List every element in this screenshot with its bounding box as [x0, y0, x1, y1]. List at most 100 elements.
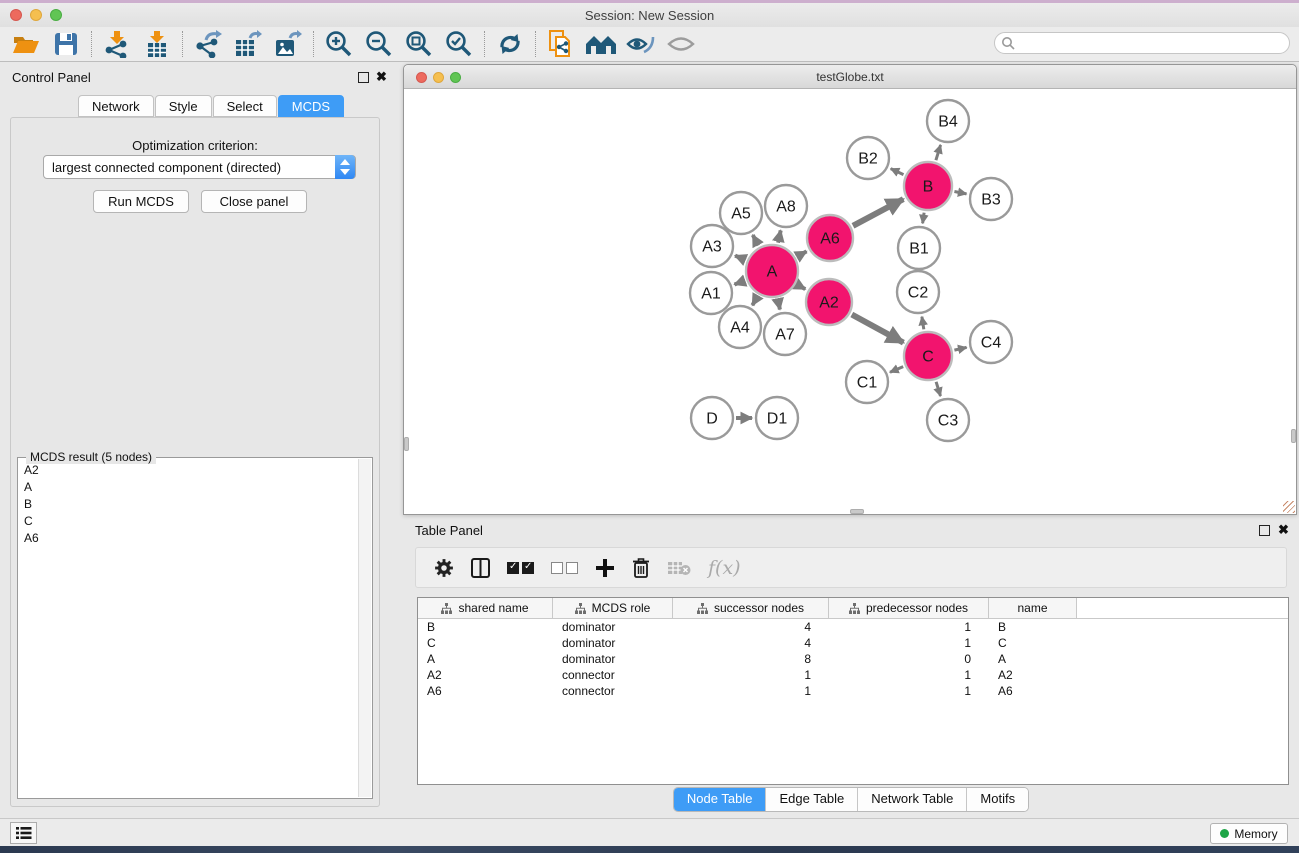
criterion-select[interactable]: largest connected component (directed) — [43, 155, 356, 179]
delete-table-button[interactable] — [667, 560, 691, 576]
zoom-selected-button[interactable] — [439, 28, 479, 60]
delete-column-button[interactable] — [632, 557, 650, 578]
tab-edge-table[interactable]: Edge Table — [766, 788, 858, 811]
edge-B-B3[interactable] — [954, 192, 966, 194]
import-table-button[interactable] — [137, 28, 177, 60]
table-row[interactable]: Adominator80A — [418, 651, 1288, 667]
result-item[interactable]: C — [19, 513, 358, 530]
node-D1[interactable]: D1 — [756, 397, 798, 439]
node-B4[interactable]: B4 — [927, 100, 969, 142]
search-input[interactable] — [994, 32, 1290, 54]
zoom-in-button[interactable] — [319, 28, 359, 60]
edge-A-A8[interactable] — [778, 230, 781, 242]
edge-A-A7[interactable] — [778, 299, 780, 309]
node-C[interactable]: C — [904, 332, 952, 380]
table-row[interactable]: A2connector11A2 — [418, 667, 1288, 683]
table-row[interactable]: A6connector11A6 — [418, 683, 1288, 699]
node-B[interactable]: B — [904, 162, 952, 210]
save-session-button[interactable] — [46, 28, 86, 60]
graphics-details-button[interactable] — [621, 28, 661, 60]
column-header-predecessor-nodes[interactable]: predecessor nodes — [829, 598, 989, 618]
edge-A-A2[interactable] — [798, 285, 806, 289]
select-all-button[interactable] — [507, 562, 534, 574]
edge-B-B2[interactable] — [891, 169, 904, 175]
vertical-scrollbar-left[interactable] — [404, 437, 409, 451]
node-C3[interactable]: C3 — [927, 399, 969, 441]
horizontal-scrollbar[interactable] — [850, 509, 864, 514]
node-A5[interactable]: A5 — [720, 192, 762, 234]
node-A2[interactable]: A2 — [806, 279, 852, 325]
tab-select[interactable]: Select — [213, 95, 277, 117]
edge-A6-B[interactable] — [853, 199, 903, 226]
edge-B-B1[interactable] — [923, 213, 925, 224]
zoom-fit-button[interactable] — [399, 28, 439, 60]
result-item[interactable]: A6 — [19, 530, 358, 547]
node-A[interactable]: A — [746, 245, 798, 297]
split-panel-button[interactable] — [471, 558, 490, 578]
zoom-out-button[interactable] — [359, 28, 399, 60]
edge-C-C1[interactable] — [890, 367, 903, 373]
export-network-button[interactable] — [188, 28, 228, 60]
export-image-button[interactable] — [268, 28, 308, 60]
result-item[interactable]: A — [19, 479, 358, 496]
tab-network-table[interactable]: Network Table — [858, 788, 967, 811]
resize-grip-icon[interactable] — [1283, 501, 1295, 513]
column-header-successor-nodes[interactable]: successor nodes — [673, 598, 829, 618]
table-row[interactable]: Cdominator41C — [418, 635, 1288, 651]
vertical-scrollbar-right[interactable] — [1291, 429, 1296, 443]
import-network-button[interactable] — [97, 28, 137, 60]
edge-A2-C[interactable] — [852, 315, 904, 343]
close-panel-button[interactable]: Close panel — [201, 190, 307, 213]
function-builder-button[interactable]: f(x) — [708, 557, 741, 579]
node-B2[interactable]: B2 — [847, 137, 889, 179]
column-header-name[interactable]: name — [989, 598, 1077, 618]
edge-C-C4[interactable] — [954, 347, 966, 350]
edge-A-A6[interactable] — [797, 251, 806, 256]
tab-mcds[interactable]: MCDS — [278, 95, 344, 117]
memory-button[interactable]: Memory — [1210, 823, 1288, 844]
birds-eye-button[interactable] — [661, 28, 701, 60]
home-button[interactable] — [581, 28, 621, 60]
edge-A-A5[interactable] — [753, 235, 759, 245]
column-header-MCDS-role[interactable]: MCDS role — [553, 598, 673, 618]
node-A4[interactable]: A4 — [719, 306, 761, 348]
open-file-button[interactable] — [6, 28, 46, 60]
node-B1[interactable]: B1 — [898, 227, 940, 269]
node-A6[interactable]: A6 — [807, 215, 853, 261]
node-A3[interactable]: A3 — [691, 225, 733, 267]
result-scrollbar[interactable] — [358, 459, 371, 797]
node-D[interactable]: D — [691, 397, 733, 439]
node-B3[interactable]: B3 — [970, 178, 1012, 220]
clone-network-button[interactable] — [541, 28, 581, 60]
float-panel-icon[interactable] — [358, 72, 369, 83]
edge-A-A1[interactable] — [735, 281, 745, 285]
edge-C-C2[interactable] — [922, 317, 924, 330]
tab-node-table[interactable]: Node Table — [674, 788, 767, 811]
add-column-button[interactable] — [595, 558, 615, 578]
float-table-panel-icon[interactable] — [1259, 525, 1270, 536]
tab-style[interactable]: Style — [155, 95, 212, 117]
show-panels-button[interactable] — [10, 822, 37, 844]
table-row[interactable]: Bdominator41B — [418, 619, 1288, 635]
node-C4[interactable]: C4 — [970, 321, 1012, 363]
result-item[interactable]: B — [19, 496, 358, 513]
tab-network[interactable]: Network — [78, 95, 154, 117]
network-canvas[interactable]: B4 B2 B B3 B1 A5A8A6 A3 A A1 A2 C2 A4A7 C4 C C1 C3 D D1 — [404, 89, 1296, 514]
column-header-shared-name[interactable]: shared name — [418, 598, 553, 618]
deselect-all-button[interactable] — [551, 562, 578, 574]
close-table-panel-icon[interactable]: ✖ — [1278, 522, 1289, 538]
result-item[interactable]: A2 — [19, 462, 358, 479]
gear-button[interactable] — [434, 558, 454, 578]
node-A1[interactable]: A1 — [690, 272, 732, 314]
edge-A-A4[interactable] — [752, 296, 757, 305]
node-A7[interactable]: A7 — [764, 313, 806, 355]
export-table-button[interactable] — [228, 28, 268, 60]
node-C1[interactable]: C1 — [846, 361, 888, 403]
edge-C-C3[interactable] — [936, 382, 940, 396]
edge-B-B4[interactable] — [936, 145, 941, 160]
node-A8[interactable]: A8 — [765, 185, 807, 227]
close-panel-icon[interactable]: ✖ — [376, 69, 387, 85]
refresh-button[interactable] — [490, 28, 530, 60]
run-mcds-button[interactable]: Run MCDS — [93, 190, 189, 213]
node-C2[interactable]: C2 — [897, 271, 939, 313]
